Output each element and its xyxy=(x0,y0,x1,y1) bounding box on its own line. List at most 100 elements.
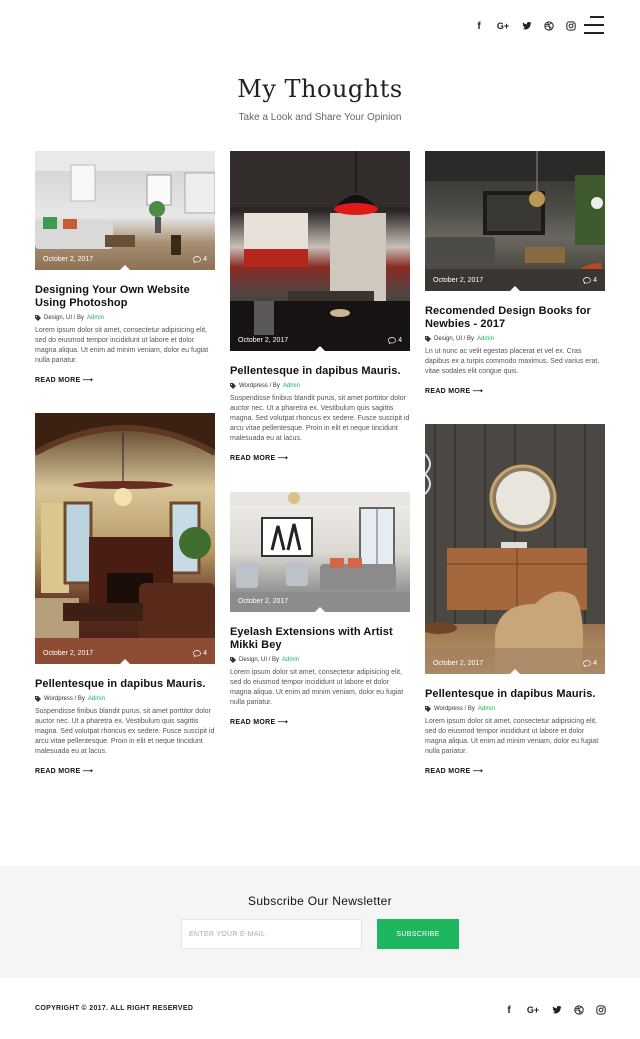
blog-post-card: October 2, 2017 4 Pellentesque in dapibu… xyxy=(425,424,605,778)
post-author-link[interactable]: Admin xyxy=(478,706,495,712)
twitter-icon[interactable] xyxy=(522,19,532,33)
top-header: f G+ xyxy=(0,0,640,56)
newsletter-title: Subscribe Our Newsletter xyxy=(248,894,392,908)
post-comments[interactable]: 4 xyxy=(193,256,207,263)
post-thumbnail[interactable]: October 2, 2017 4 xyxy=(425,151,605,291)
read-more-link[interactable]: READ MORE ⟶ xyxy=(35,767,93,775)
post-comments[interactable]: 4 xyxy=(583,277,597,284)
post-meta: Design, UI / By Admin xyxy=(35,315,215,321)
read-more-link[interactable]: READ MORE ⟶ xyxy=(35,376,93,384)
blog-post-card: October 2, 2017 4 Pellentesque in dapibu… xyxy=(230,151,410,465)
footer-social-links: f G+ xyxy=(504,1003,606,1017)
post-date: October 2, 2017 xyxy=(433,660,484,667)
post-excerpt: Ln ut nunc ac velit egestas placerat et … xyxy=(425,348,600,375)
read-more-link[interactable]: READ MORE ⟶ xyxy=(230,718,288,726)
arrow-right-icon: ⟶ xyxy=(82,768,94,775)
tag-icon xyxy=(35,696,41,702)
instagram-icon[interactable] xyxy=(596,1003,606,1017)
facebook-icon[interactable]: f xyxy=(474,19,484,33)
post-thumbnail[interactable]: October 2, 2017 4 xyxy=(230,151,410,351)
read-more-link[interactable]: READ MORE ⟶ xyxy=(425,387,483,395)
post-image xyxy=(230,151,410,351)
post-image xyxy=(425,151,605,291)
post-categories: Design, UI / By xyxy=(434,336,475,342)
post-title[interactable]: Pellentesque in dapibus Mauris. xyxy=(35,678,215,691)
tag-icon xyxy=(230,383,236,389)
post-thumbnail[interactable]: October 2, 2017 4 xyxy=(230,492,410,612)
subscribe-button[interactable]: SUBSCRIBE xyxy=(377,919,459,949)
newsletter-email-input[interactable] xyxy=(181,919,362,949)
post-categories: Wordpress / By xyxy=(44,696,85,702)
tag-icon xyxy=(425,336,431,342)
comment-icon xyxy=(583,277,592,284)
post-thumbnail[interactable]: October 2, 2017 4 xyxy=(425,424,605,674)
post-categories: Wordpress / By xyxy=(434,706,475,712)
post-author-link[interactable]: Admin xyxy=(283,383,300,389)
instagram-icon[interactable] xyxy=(566,19,576,33)
post-image xyxy=(35,413,215,664)
post-excerpt: Suspendisse finibus blandit purus, sit a… xyxy=(35,708,215,755)
post-date: October 2, 2017 xyxy=(43,256,94,263)
tag-icon xyxy=(35,315,41,321)
blog-post-card: October 2, 2017 4 Eyelash Extensions wit… xyxy=(230,492,410,729)
comment-count: 4 xyxy=(593,660,597,667)
post-image xyxy=(425,424,605,674)
read-more-link[interactable]: READ MORE ⟶ xyxy=(425,767,483,775)
comment-icon xyxy=(583,660,592,667)
post-meta: Design, UI / By Admin xyxy=(230,657,410,663)
page-subtitle: Take a Look and Share Your Opinion xyxy=(238,112,402,123)
post-categories: Wordpress / By xyxy=(239,383,280,389)
post-author-link[interactable]: Admin xyxy=(477,336,494,342)
post-excerpt: Lorem ipsum dolor sit amet, consectetur … xyxy=(35,327,209,364)
post-meta: Design, UI / By Admin xyxy=(425,336,605,342)
comment-count: 4 xyxy=(593,277,597,284)
hamburger-menu-icon[interactable] xyxy=(584,16,604,34)
comment-icon xyxy=(388,337,397,344)
dribbble-icon[interactable] xyxy=(544,19,554,33)
post-excerpt: Suspendisse finibus blandit purus, sit a… xyxy=(230,395,410,442)
site-footer: COPYRIGHT © 2017. ALL RIGHT RESERVED f G… xyxy=(0,978,640,1039)
page-title: My Thoughts xyxy=(237,75,403,103)
blog-post-card: October 2, 2017 4 Pellentesque in dapibu… xyxy=(35,413,215,778)
post-thumbnail[interactable]: October 2, 2017 4 xyxy=(35,413,215,664)
post-date: October 2, 2017 xyxy=(433,277,484,284)
comment-icon xyxy=(193,650,202,657)
post-author-link[interactable]: Admin xyxy=(88,696,105,702)
section-header: My Thoughts Take a Look and Share Your O… xyxy=(0,72,640,123)
twitter-icon[interactable] xyxy=(552,1003,562,1017)
post-categories: Design, UI / By xyxy=(44,315,85,321)
blog-post-card: October 2, 2017 4 Designing Your Own Web… xyxy=(35,151,215,387)
post-thumbnail[interactable]: October 2, 2017 4 xyxy=(35,151,215,270)
google-plus-icon[interactable]: G+ xyxy=(526,1003,540,1017)
post-author-link[interactable]: Admin xyxy=(87,315,104,321)
post-title[interactable]: Eyelash Extensions with Artist Mikki Bey xyxy=(230,626,410,652)
post-categories: Design, UI / By xyxy=(239,657,280,663)
facebook-icon[interactable]: f xyxy=(504,1003,514,1017)
dribbble-icon[interactable] xyxy=(574,1003,584,1017)
post-comments[interactable]: 4 xyxy=(388,337,402,344)
post-title[interactable]: Pellentesque in dapibus Mauris. xyxy=(230,365,410,378)
comment-icon xyxy=(193,256,202,263)
post-title[interactable]: Pellentesque in dapibus Mauris. xyxy=(425,688,605,701)
post-author-link[interactable]: Admin xyxy=(282,657,299,663)
comment-count: 4 xyxy=(398,337,402,344)
newsletter-section: Subscribe Our Newsletter SUBSCRIBE xyxy=(0,866,640,978)
post-comments[interactable]: 4 xyxy=(583,660,597,667)
tag-icon xyxy=(425,706,431,712)
post-meta: Wordpress / By Admin xyxy=(230,383,410,389)
post-date: October 2, 2017 xyxy=(238,598,289,605)
copyright-text: COPYRIGHT © 2017. ALL RIGHT RESERVED xyxy=(35,1005,194,1012)
google-plus-icon[interactable]: G+ xyxy=(496,19,510,33)
blog-post-card: October 2, 2017 4 Recomended Design Book… xyxy=(425,151,605,398)
post-title[interactable]: Designing Your Own Website Using Photosh… xyxy=(35,284,215,310)
post-meta: Wordpress / By Admin xyxy=(35,696,215,702)
post-title[interactable]: Recomended Design Books for Newbies - 20… xyxy=(425,305,605,331)
post-image xyxy=(35,151,215,270)
post-excerpt: Lorem ipsum dolor sit amet, consectetur … xyxy=(425,718,599,755)
arrow-right-icon: ⟶ xyxy=(277,455,289,462)
read-more-link[interactable]: READ MORE ⟶ xyxy=(230,454,288,462)
post-meta: Wordpress / By Admin xyxy=(425,706,605,712)
comment-count: 4 xyxy=(203,256,207,263)
post-comments[interactable]: 4 xyxy=(193,650,207,657)
post-date: October 2, 2017 xyxy=(238,337,289,344)
